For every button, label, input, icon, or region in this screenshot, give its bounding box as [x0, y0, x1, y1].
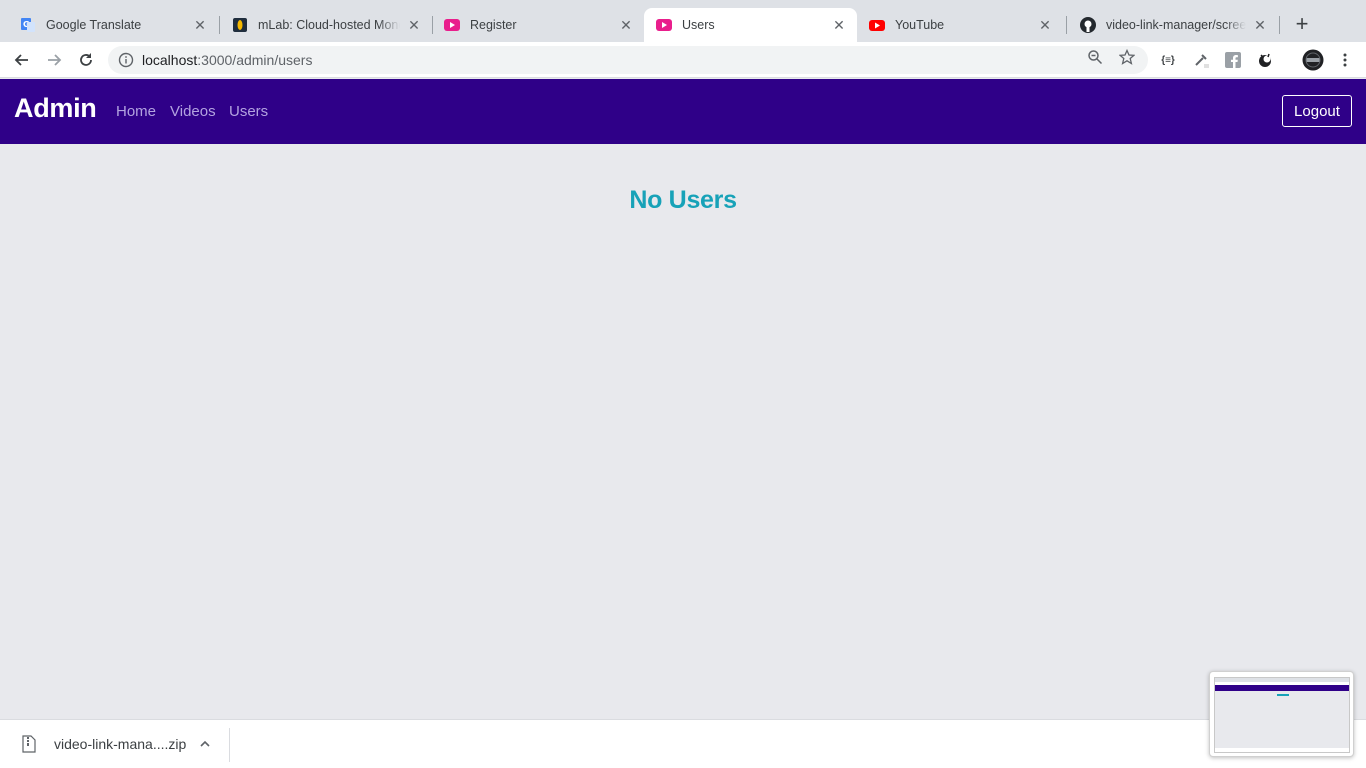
- tab-title: YouTube: [895, 18, 945, 32]
- new-tab-button[interactable]: +: [1290, 11, 1314, 36]
- json-viewer-extension-icon[interactable]: {≡}: [1158, 50, 1178, 70]
- close-tab-icon[interactable]: ✕: [831, 17, 847, 33]
- nav-link-videos[interactable]: Videos: [170, 103, 216, 120]
- google-translate-icon: G: [20, 17, 36, 33]
- browser-menu-icon[interactable]: [1335, 50, 1355, 70]
- bookmark-star-icon[interactable]: [1118, 48, 1136, 66]
- back-button[interactable]: [8, 46, 36, 74]
- tab-title: Register: [470, 18, 517, 32]
- address-bar[interactable]: localhost:3000/admin/users: [108, 46, 1148, 74]
- url-host: localhost: [142, 52, 198, 68]
- video-app-icon: [444, 17, 460, 33]
- tab-title: mLab: Cloud-hosted MongoDB: [258, 18, 400, 32]
- url-path: :3000/admin/users: [197, 52, 313, 68]
- zoom-icon[interactable]: [1086, 48, 1104, 66]
- browser-tab-register[interactable]: Register ✕: [432, 8, 644, 42]
- download-item[interactable]: video-link-mana....zip: [16, 728, 226, 760]
- mlab-icon: [232, 17, 248, 33]
- close-tab-icon[interactable]: ✕: [1037, 17, 1053, 33]
- forward-arrow-icon: [48, 54, 62, 66]
- github-icon: [1080, 17, 1096, 33]
- site-info-icon[interactable]: [118, 52, 134, 68]
- browser-tab-youtube[interactable]: YouTube ✕: [857, 8, 1063, 42]
- tab-title: Users: [682, 18, 715, 32]
- logout-button[interactable]: Logout: [1282, 95, 1352, 127]
- video-app-icon: [656, 17, 672, 33]
- chevron-up-icon[interactable]: [198, 737, 212, 751]
- browser-tab-google-translate[interactable]: G Google Translate ✕: [8, 8, 218, 42]
- file-icon: [22, 735, 36, 753]
- tab-separator: [1279, 16, 1280, 34]
- divider: [229, 728, 230, 762]
- screenshot-thumbnail[interactable]: [1209, 671, 1354, 757]
- close-tab-icon[interactable]: ✕: [1252, 17, 1268, 33]
- close-tab-icon[interactable]: ✕: [406, 17, 422, 33]
- nav-link-home[interactable]: Home: [116, 103, 156, 120]
- close-tab-icon[interactable]: ✕: [192, 17, 208, 33]
- app-navbar: Admin Home Videos Users Logout: [0, 79, 1366, 144]
- color-picker-extension-icon[interactable]: [1191, 50, 1211, 70]
- browser-tab-users[interactable]: Users ✕: [644, 8, 857, 42]
- tab-separator: [1066, 16, 1067, 34]
- facebook-extension-icon[interactable]: [1223, 50, 1243, 70]
- empty-state-heading: No Users: [629, 186, 737, 214]
- tab-title: Google Translate: [46, 18, 142, 32]
- tab-title: video-link-manager/screenshots: [1106, 18, 1246, 32]
- browser-tab-strip: G Google Translate ✕ mLab: Cloud-hosted …: [0, 0, 1366, 42]
- reload-button[interactable]: [72, 46, 100, 74]
- thumbnail-preview-image: [1214, 677, 1350, 753]
- back-arrow-icon: [14, 54, 28, 66]
- browser-toolbar: localhost:3000/admin/users {≡}: [0, 42, 1366, 78]
- browser-tab-mlab[interactable]: mLab: Cloud-hosted MongoDB ✕: [220, 8, 432, 42]
- forward-button[interactable]: [40, 46, 68, 74]
- nav-link-users[interactable]: Users: [229, 103, 268, 120]
- profile-avatar[interactable]: [1302, 49, 1324, 71]
- close-tab-icon[interactable]: ✕: [618, 17, 634, 33]
- brand-logo[interactable]: Admin: [14, 93, 97, 124]
- download-filename: video-link-mana....zip: [54, 736, 187, 752]
- dark-reader-extension-icon[interactable]: [1255, 50, 1275, 70]
- download-bar: video-link-mana....zip: [0, 719, 1366, 768]
- youtube-icon: [869, 17, 885, 33]
- browser-tab-github[interactable]: video-link-manager/screenshots ✕: [1068, 8, 1278, 42]
- reload-icon: [80, 53, 92, 66]
